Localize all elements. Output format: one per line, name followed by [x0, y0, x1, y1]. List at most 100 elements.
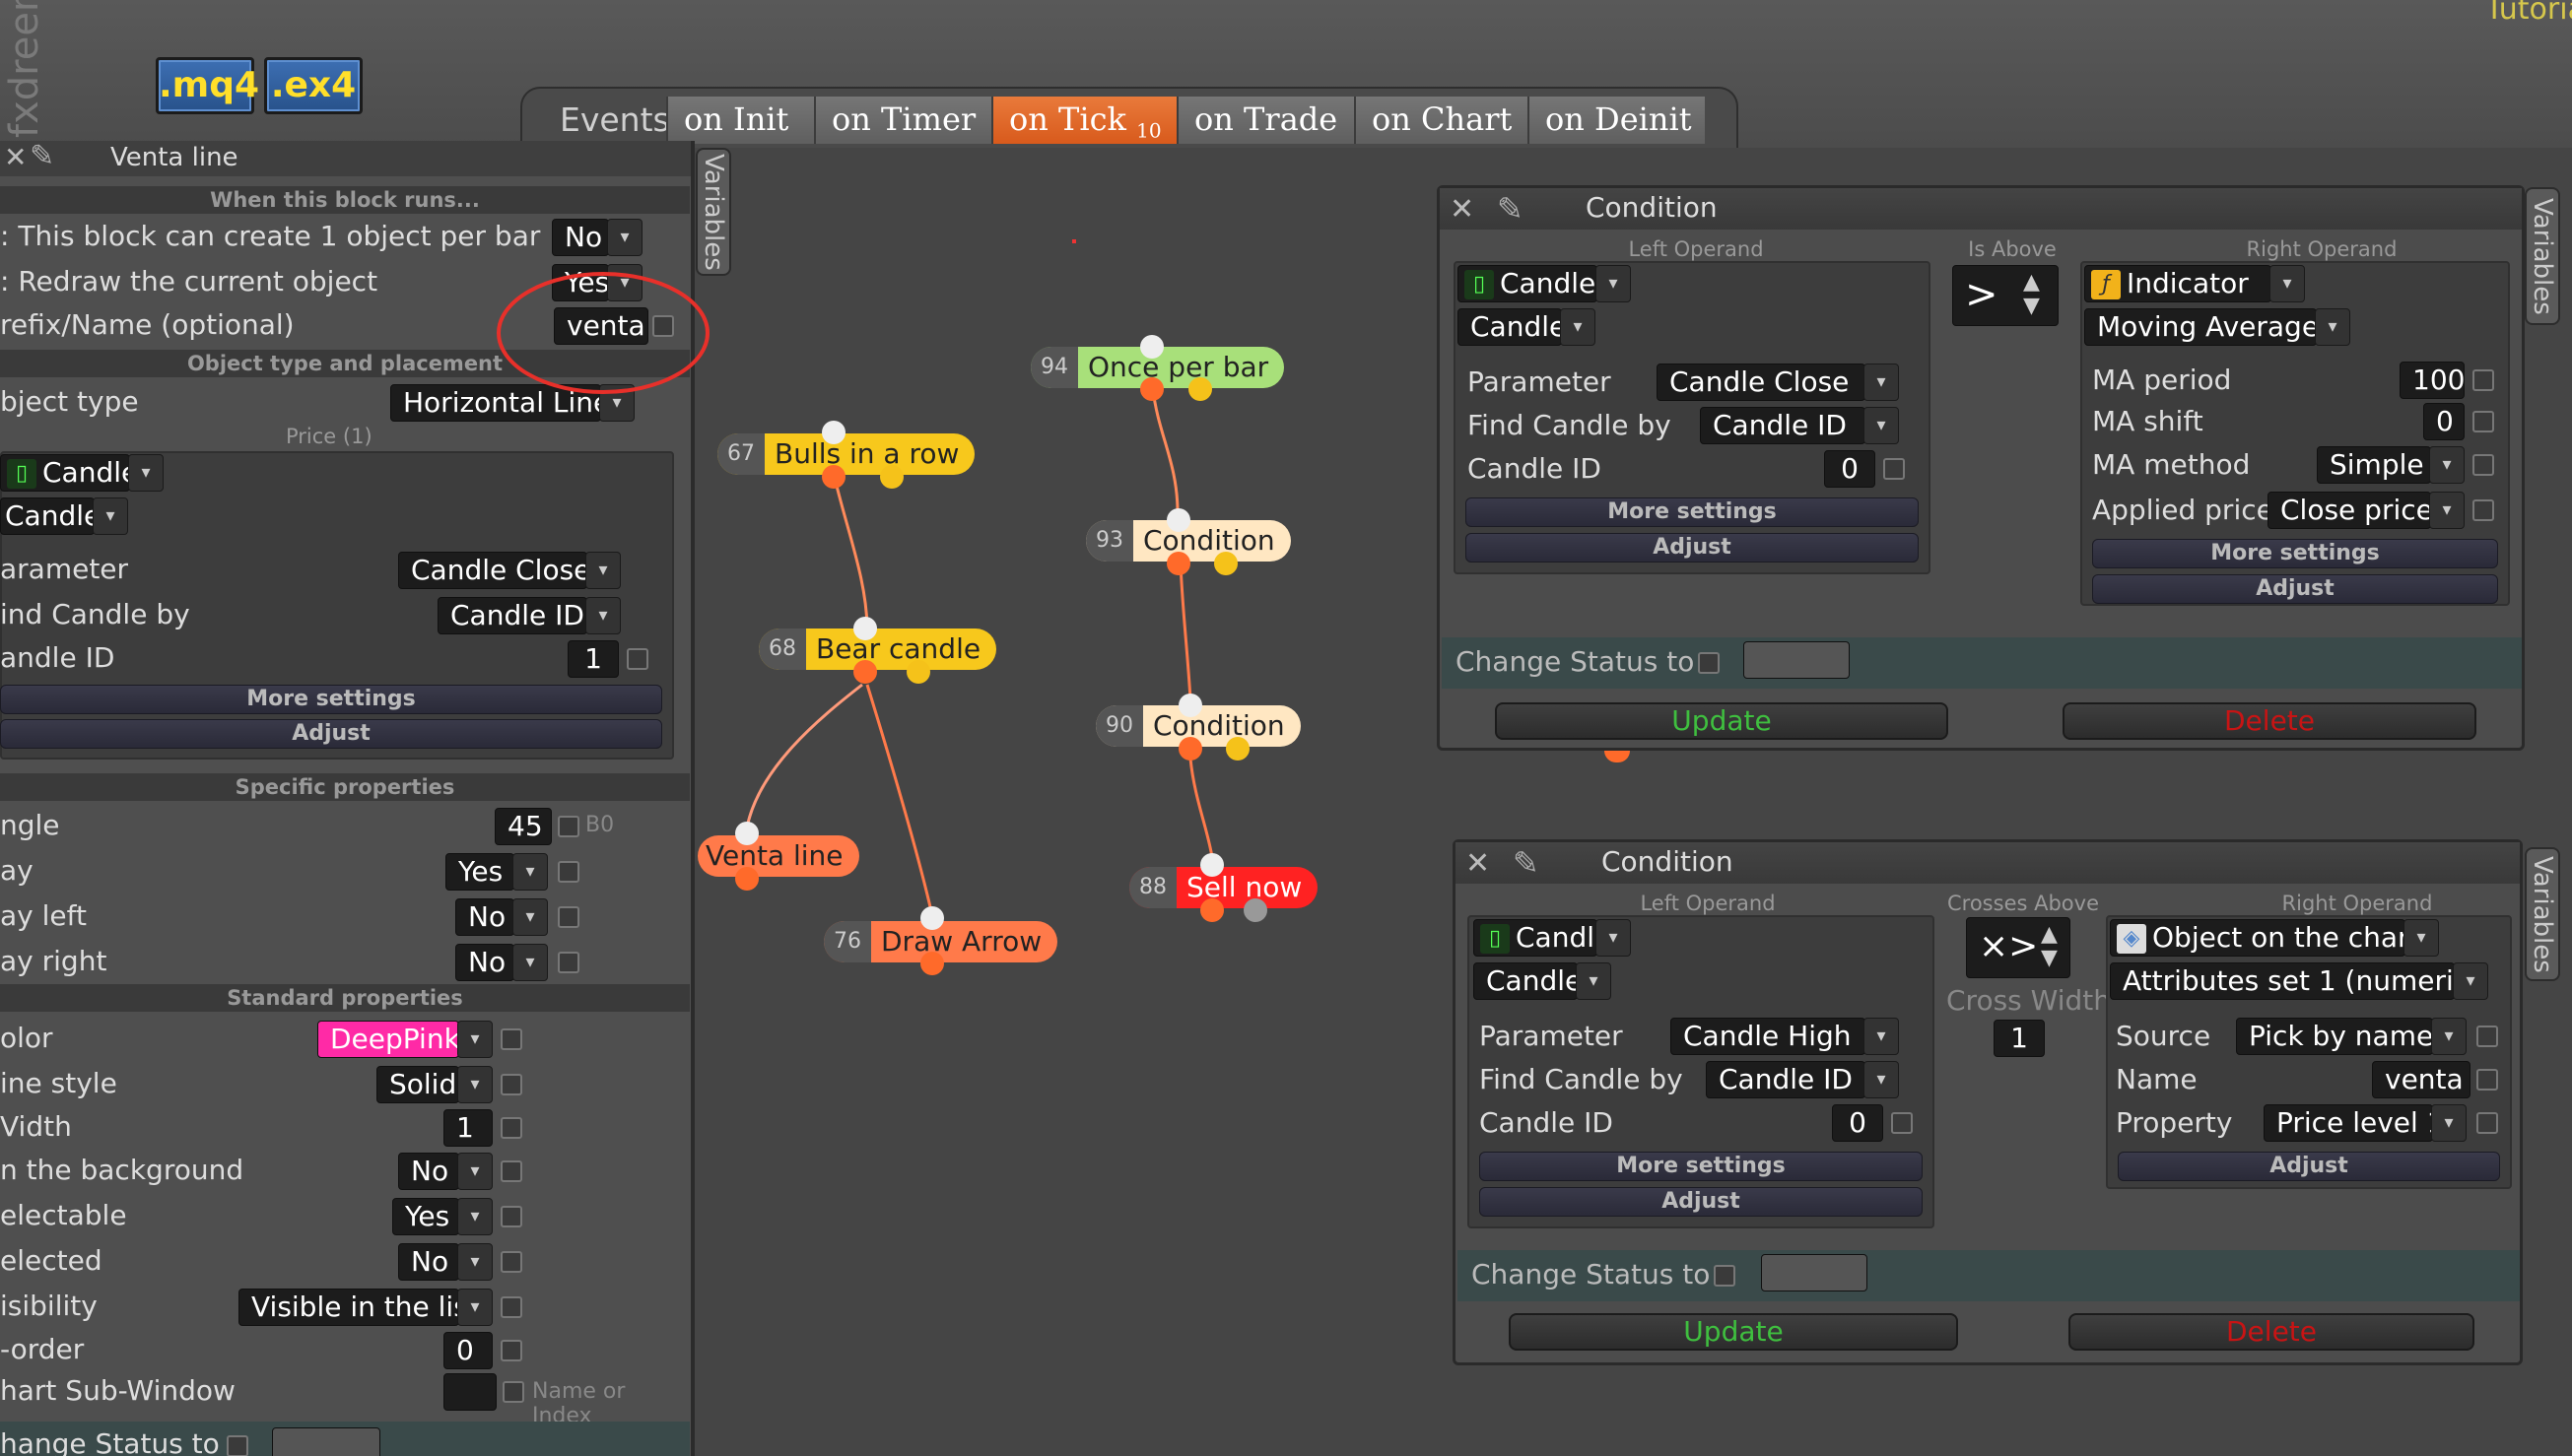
parameter-select[interactable]: Candle Close — [398, 552, 587, 589]
adjust-button[interactable]: Adjust — [0, 719, 662, 749]
candle-select[interactable]: ▯Candle — [1473, 919, 1597, 957]
property-checkbox[interactable] — [2476, 1112, 2498, 1134]
chevron-down-icon[interactable]: ▾ — [1863, 407, 1899, 444]
node-output-connector[interactable] — [1167, 552, 1190, 575]
ma-method-select[interactable]: Simple — [2317, 446, 2431, 484]
cross-width-input[interactable]: 1 — [1994, 1020, 2045, 1057]
update-button[interactable]: Update — [1509, 1313, 1958, 1351]
z-order-checkbox[interactable] — [501, 1340, 522, 1361]
selected-select[interactable]: No — [398, 1243, 459, 1281]
node-input-connector[interactable] — [1140, 335, 1164, 359]
delete-button[interactable]: Delete — [2063, 702, 2476, 740]
node-input-connector[interactable] — [1200, 853, 1224, 877]
chevron-down-icon[interactable]: ▾ — [2403, 919, 2439, 957]
applied-price-checkbox[interactable] — [2472, 499, 2494, 521]
angle-checkbox[interactable] — [558, 816, 579, 837]
right-adjust-button[interactable]: Adjust — [2118, 1152, 2500, 1181]
adjust-button[interactable]: Adjust — [1479, 1187, 1923, 1217]
chevron-down-icon[interactable]: ▾ — [457, 1243, 493, 1281]
close-icon[interactable]: ✕ — [1465, 846, 1490, 881]
status-input[interactable] — [1761, 1254, 1867, 1291]
once-per-bar-select[interactable]: No — [552, 219, 609, 256]
ray-checkbox[interactable] — [558, 861, 579, 883]
chevron-down-icon[interactable]: ▾ — [457, 1289, 493, 1326]
find-candle-select[interactable]: Candle ID — [1706, 1061, 1865, 1098]
operator-spinner-icon[interactable]: ▲ ▼ — [2041, 923, 2058, 970]
chevron-down-icon[interactable]: ▾ — [457, 1021, 493, 1058]
chevron-down-icon[interactable]: ▾ — [585, 597, 621, 634]
candle-id-input[interactable]: 0 — [1832, 1104, 1883, 1142]
ray-right-checkbox[interactable] — [558, 952, 579, 973]
chevron-down-icon[interactable]: ▾ — [1595, 265, 1631, 302]
chevron-down-icon[interactable]: ▾ — [2431, 1018, 2467, 1055]
pin-icon[interactable]: ✎ — [30, 141, 54, 173]
candle-id-input[interactable]: 1 — [568, 640, 619, 678]
pin-icon[interactable]: ✎ — [1497, 190, 1523, 228]
more-settings-button[interactable]: More settings — [1479, 1152, 1923, 1181]
node-output-connector[interactable] — [822, 465, 846, 489]
chevron-down-icon[interactable]: ▾ — [1595, 919, 1631, 957]
node-bear-candle[interactable]: 68 Bear candle — [759, 629, 997, 670]
ray-right-select[interactable]: No — [455, 944, 514, 981]
node-bulls-in-a-row[interactable]: 67 Bulls in a row — [717, 433, 976, 475]
parameter-select[interactable]: Candle High — [1670, 1018, 1865, 1055]
right-adjust-button[interactable]: Adjust — [2092, 574, 2498, 604]
indicator-select[interactable]: ƒ Indicator — [2084, 265, 2271, 302]
pin-icon[interactable]: ✎ — [1513, 844, 1539, 882]
selectable-checkbox[interactable] — [501, 1206, 522, 1227]
candle-source-select[interactable]: Candle — [1473, 962, 1578, 1000]
node-output-connector[interactable] — [1200, 898, 1224, 922]
node-input-connector[interactable] — [1179, 694, 1202, 717]
ma-shift-checkbox[interactable] — [2472, 411, 2494, 432]
candle-select[interactable]: ▯Candle — [1457, 265, 1597, 302]
node-input-connector[interactable] — [822, 421, 846, 444]
ma-method-checkbox[interactable] — [2472, 454, 2494, 476]
ray-left-select[interactable]: No — [455, 898, 514, 936]
chevron-down-icon[interactable]: ▾ — [1560, 308, 1595, 346]
line-style-select[interactable]: Solid — [376, 1066, 459, 1103]
chevron-down-icon[interactable]: ▾ — [1863, 1018, 1899, 1055]
source-checkbox[interactable] — [2476, 1026, 2498, 1047]
ray-left-checkbox[interactable] — [558, 906, 579, 928]
status-input[interactable] — [1743, 641, 1850, 679]
chevron-down-icon[interactable]: ▾ — [585, 552, 621, 589]
visibility-select[interactable]: Visible in the list — [238, 1289, 459, 1326]
status-input[interactable] — [272, 1427, 380, 1456]
chevron-down-icon[interactable]: ▾ — [2453, 962, 2488, 1000]
delete-button[interactable]: Delete — [2068, 1313, 2474, 1351]
node-output-connector[interactable] — [1179, 737, 1202, 761]
node-output-connector[interactable] — [880, 465, 904, 489]
node-sell-now[interactable]: 88 Sell now — [1129, 867, 1319, 908]
status-checkbox[interactable] — [1698, 652, 1720, 674]
width-checkbox[interactable] — [501, 1117, 522, 1139]
source-select[interactable]: Pick by name — [2236, 1018, 2433, 1055]
candle-select[interactable]: ▯Candle — [0, 454, 130, 492]
node-output-connector[interactable] — [1188, 377, 1212, 401]
node-output-connector[interactable] — [1226, 737, 1250, 761]
ma-period-checkbox[interactable] — [2472, 369, 2494, 391]
angle-input[interactable]: 45 — [495, 808, 552, 845]
indicator-type-select[interactable]: Moving Average — [2084, 308, 2317, 346]
node-input-connector[interactable] — [1167, 508, 1190, 532]
chevron-down-icon[interactable]: ▾ — [457, 1198, 493, 1235]
sub-window-input[interactable] — [443, 1373, 497, 1411]
object-select[interactable]: ◈ Object on the chart — [2110, 919, 2405, 957]
candle-id-input[interactable]: 0 — [1824, 450, 1875, 488]
applied-price-select[interactable]: Close price — [2267, 492, 2431, 529]
color-select[interactable]: DeepPink — [317, 1021, 459, 1058]
variables-sidebar[interactable]: Variables — [2525, 847, 2560, 981]
width-input[interactable]: 1 — [443, 1109, 493, 1147]
line-style-checkbox[interactable] — [501, 1074, 522, 1095]
ma-period-input[interactable]: 100 — [2400, 362, 2465, 399]
more-settings-button[interactable]: More settings — [0, 685, 662, 714]
selected-checkbox[interactable] — [501, 1251, 522, 1273]
color-checkbox[interactable] — [501, 1028, 522, 1050]
chevron-down-icon[interactable]: ▾ — [607, 219, 643, 256]
node-output-connector[interactable] — [853, 660, 877, 684]
attributes-select[interactable]: Attributes set 1 (numeric) — [2110, 962, 2455, 1000]
variables-sidebar[interactable]: Variables — [696, 148, 731, 276]
chevron-down-icon[interactable]: ▾ — [1576, 962, 1611, 1000]
ma-shift-input[interactable]: 0 — [2423, 403, 2465, 440]
adjust-button[interactable]: Adjust — [1465, 533, 1919, 563]
chevron-down-icon[interactable]: ▾ — [512, 898, 548, 936]
